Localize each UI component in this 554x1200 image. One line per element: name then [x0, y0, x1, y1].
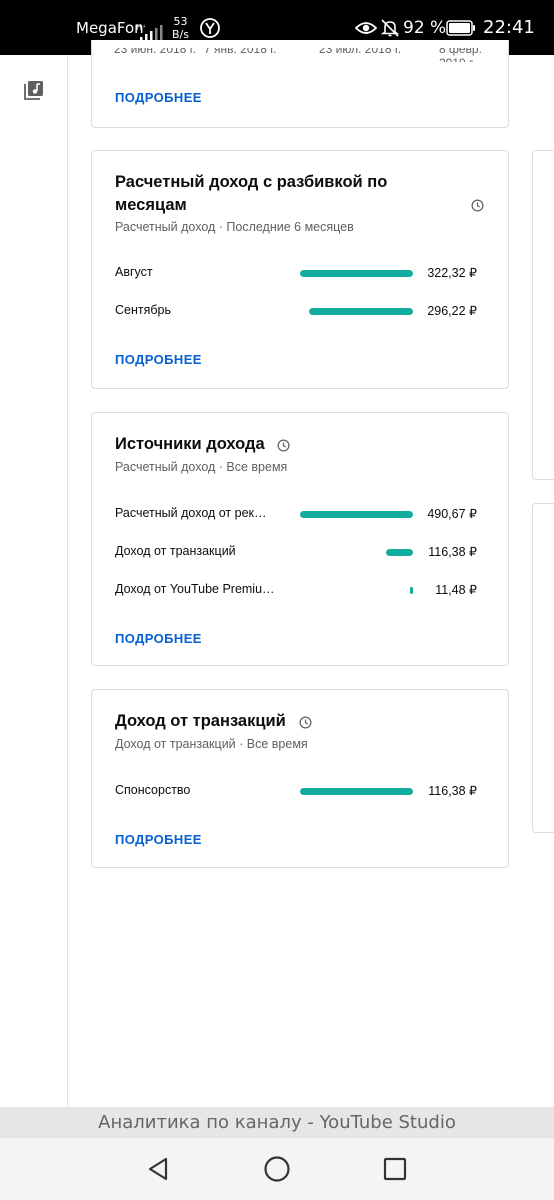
more-link[interactable]: ПОДРОБНЕЕ	[115, 90, 202, 105]
row-value: 11,48 ₽	[435, 583, 477, 597]
card-title-line: Расчетный доход с разбивкой по	[115, 173, 388, 191]
network-type: H⁺	[136, 23, 146, 32]
card-title: Источники дохода	[115, 435, 265, 453]
revenue-bar	[386, 549, 413, 556]
side-card	[532, 150, 554, 480]
row-value: 322,32 ₽	[427, 266, 477, 280]
more-link[interactable]: ПОДРОБНЕЕ	[115, 832, 202, 847]
card-title: Доход от транзакций	[115, 712, 286, 730]
card-subtitle: Доход от транзакций · Все время	[115, 737, 308, 751]
axis-date: 8 февр. 2019 г.	[439, 48, 482, 62]
row-label: Доход от транзакций	[115, 544, 236, 558]
revenue-bar	[300, 788, 413, 795]
card-title-line: месяцам	[115, 196, 187, 214]
revenue-bar	[300, 270, 413, 277]
row-value: 116,38 ₽	[428, 784, 477, 798]
row-value: 490,67 ₽	[427, 507, 477, 521]
more-link[interactable]: ПОДРОБНЕЕ	[115, 631, 202, 646]
home-icon[interactable]	[262, 1154, 292, 1184]
revenue-bar	[300, 511, 413, 518]
net-speed-value: 53	[173, 14, 188, 28]
transaction-revenue-card: Доход от транзакций Доход от транзакций …	[91, 689, 509, 868]
back-icon[interactable]	[144, 1154, 174, 1184]
row-label: Расчетный доход от рек…	[115, 506, 267, 520]
revenue-sources-card: Источники дохода Расчетный доход · Все в…	[91, 412, 509, 666]
revenue-bar	[309, 308, 413, 315]
app-window-title: Аналитика по каналу - YouTube Studio	[0, 1107, 554, 1138]
card-title: Расчетный доход с разбивкой по месяцам	[115, 171, 387, 217]
axis-date: 7 янв. 2018 г.	[204, 48, 277, 56]
system-nav-bar	[0, 1138, 554, 1200]
monthly-revenue-card: Расчетный доход с разбивкой по месяцам Р…	[91, 150, 509, 389]
row-value: 296,22 ₽	[427, 304, 477, 318]
net-speed-unit: B/s	[172, 27, 189, 41]
clock-icon[interactable]	[299, 716, 312, 729]
row-value: 116,38 ₽	[428, 545, 477, 559]
clock-icon[interactable]	[277, 439, 290, 452]
row-label: Доход от YouTube Premiu…	[115, 582, 275, 596]
axis-date: 23 июл. 2018 г.	[319, 48, 402, 56]
card-subtitle: Расчетный доход · Последние 6 месяцев	[115, 220, 354, 234]
revenue-bar	[410, 587, 413, 594]
side-card	[532, 503, 554, 833]
left-rail	[0, 55, 68, 1107]
card-subtitle: Расчетный доход · Все время	[115, 460, 288, 474]
axis-date: 23 июн. 2018 г.	[114, 48, 196, 56]
row-label: Спонсорство	[115, 783, 191, 797]
chart-date-axis: 23 июн. 2018 г. 7 янв. 2018 г. 23 июл. 2…	[112, 48, 492, 62]
clock-icon[interactable]	[471, 199, 484, 212]
row-label: Август	[115, 265, 153, 279]
row-label: Сентябрь	[115, 303, 171, 317]
audio-library-icon[interactable]	[24, 80, 44, 105]
recents-icon[interactable]	[380, 1154, 410, 1184]
more-link[interactable]: ПОДРОБНЕЕ	[115, 352, 202, 367]
previous-card: 23 июн. 2018 г. 7 янв. 2018 г. 23 июл. 2…	[91, 40, 509, 128]
